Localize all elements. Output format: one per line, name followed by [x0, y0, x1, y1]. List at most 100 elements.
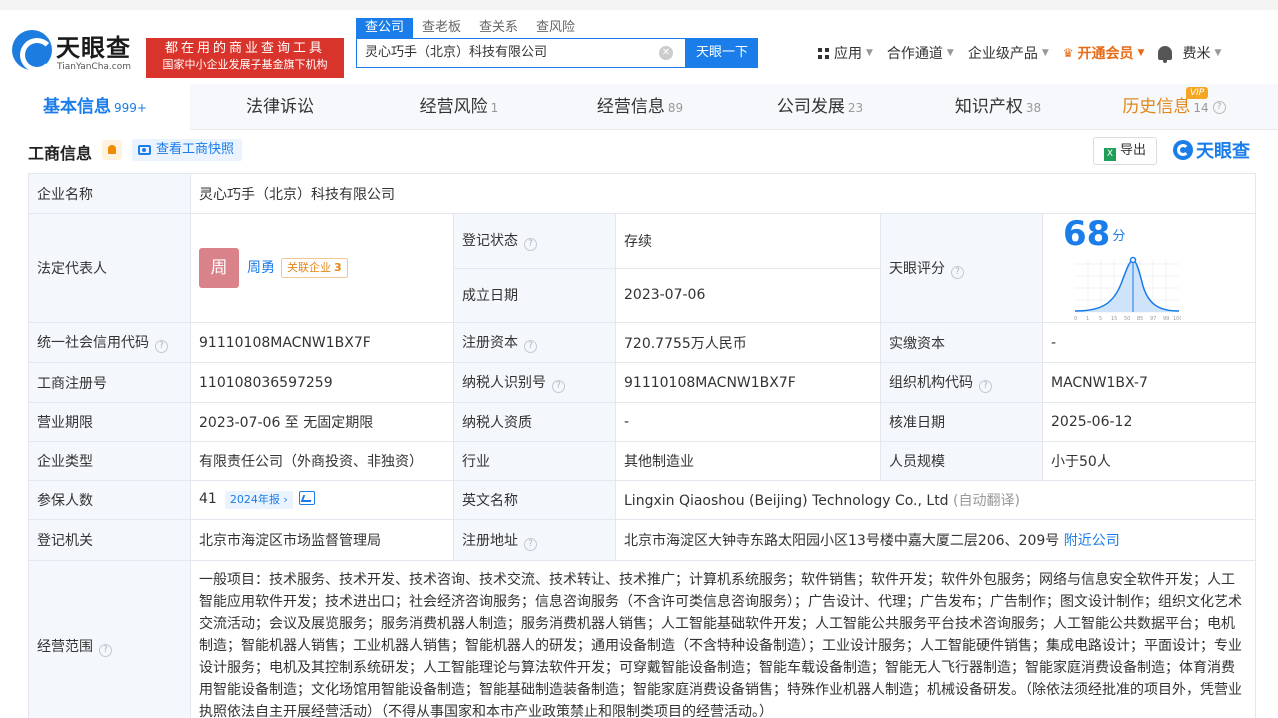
business-info-table: 企业名称 灵心巧手（北京）科技有限公司 法定代表人 周周勇 关联企业 3 登记状态?… [28, 173, 1257, 718]
nav-vip-label: 开通会员 [1077, 46, 1134, 62]
tab-basic-info[interactable]: 基本信息 999+ [0, 84, 190, 130]
tab-count: 1 [490, 101, 499, 115]
nav-user[interactable]: 费米 ▼ [1158, 43, 1221, 63]
subscribe-bell-icon[interactable] [102, 140, 122, 160]
value-score[interactable]: 68 分 0 1 5 15 50 85 97 99 100 [1041, 213, 1257, 323]
nearby-companies-link[interactable]: 附近公司 [1064, 533, 1120, 549]
value-taxpayer-id: 91110108MACNW1BX7F [615, 362, 881, 403]
score-tick: 85 [1137, 316, 1143, 322]
tab-development[interactable]: 公司发展 23 [732, 84, 908, 130]
score-tick: 99 [1163, 316, 1169, 322]
value-reg-status: 存续 [615, 213, 881, 269]
tab-label: 经营信息 [596, 97, 665, 117]
label-org-code: 组织机构代码? [880, 362, 1043, 403]
help-icon[interactable]: ? [951, 265, 964, 279]
vip-badge: VIP [1186, 87, 1209, 99]
annual-report-badge[interactable]: 2024年报 › [224, 491, 293, 509]
label-text: 经营范围 [37, 638, 93, 655]
tab-count: 89 [667, 101, 684, 115]
tab-label: 经营风险 [419, 97, 488, 117]
score-tick: 0 [1074, 316, 1077, 322]
bell-icon[interactable] [1158, 46, 1173, 63]
label-insured: 参保人数 [28, 480, 191, 520]
tab-label: 基本信息 [43, 97, 112, 117]
en-name-text: Lingxin Qiaoshou (Beijing) Technology Co… [624, 493, 949, 509]
score-ticks: 0 1 5 15 50 85 97 99 100 [1074, 316, 1183, 322]
nav-enterprise-label: 企业级产品 [967, 46, 1038, 62]
value-company-name: 灵心巧手（北京）科技有限公司 [189, 173, 1257, 214]
table-row: 企业类型 有限责任公司（外商投资、非独资） 行业 其他制造业 人员规模 小于50… [28, 441, 1257, 481]
label-staff: 人员规模 [880, 441, 1043, 481]
tab-litigation[interactable]: 法律诉讼 [190, 84, 370, 130]
detail-tabbar: 基本信息 999+ 法律诉讼 经营风险 1 经营信息 89 公司发展 23 知识产权 38… [0, 84, 1278, 130]
label-scope: 经营范围? [28, 560, 191, 718]
auto-translate-note: (自动翻译) [953, 493, 1020, 509]
snapshot-label: 查看工商快照 [156, 142, 235, 157]
tab-label: 法律诉讼 [246, 97, 314, 117]
promo-line2: 国家中小企业发展子基金旗下机构 [162, 58, 328, 71]
help-icon[interactable]: ? [524, 537, 537, 551]
score-tick: 5 [1099, 316, 1102, 322]
search-tab-boss[interactable]: 查老板 [413, 18, 470, 38]
help-icon[interactable]: ? [99, 643, 112, 657]
tab-history[interactable]: VIP 历史信息 14? [1088, 84, 1260, 130]
help-icon[interactable]: ? [1212, 100, 1226, 114]
value-tax-qual: - [615, 402, 881, 442]
export-label: 导出 [1119, 143, 1146, 158]
help-icon[interactable]: ? [552, 380, 565, 393]
legal-rep-link[interactable]: 周勇 [247, 260, 275, 276]
score-unit: 分 [1112, 228, 1126, 244]
tab-ip[interactable]: 知识产权 38 [908, 84, 1088, 130]
snapshot-button[interactable]: 查看工商快照 [132, 139, 243, 161]
label-type: 企业类型 [28, 441, 191, 481]
help-icon[interactable]: ? [979, 380, 992, 393]
value-address: 北京市海淀区大钟寺东路太阳园小区13号楼中嘉大厦二层206、209号 附近公司 [614, 519, 1257, 561]
search-tab-company[interactable]: 查公司 [356, 18, 414, 38]
search-input[interactable]: 灵心巧手（北京）科技有限公司 ✕ [356, 38, 686, 68]
tianyancha-logo[interactable]: 天眼查 TianYanCha.com [12, 28, 140, 78]
annual-report-label: 2024年报 [229, 493, 280, 506]
search-tab-relation[interactable]: 查关系 [470, 18, 527, 38]
tab-operations[interactable]: 经营信息 89 [548, 84, 732, 130]
avatar[interactable]: 周 [199, 248, 239, 288]
help-icon[interactable]: ? [155, 340, 168, 353]
value-org-code: MACNW1BX-7 [1041, 362, 1257, 403]
value-approve-date: 2025-06-12 [1041, 402, 1257, 442]
help-icon[interactable]: ? [524, 340, 537, 353]
related-companies-badge[interactable]: 关联企业 3 [281, 258, 348, 278]
value-type: 有限责任公司（外商投资、非独资） [190, 441, 454, 481]
table-row: 营业期限 2023-07-06 至 无固定期限 纳税人资质 - 核准日期 202… [28, 402, 1257, 442]
nav-enterprise[interactable]: 企业级产品 ▼ [968, 43, 1049, 63]
label-text: 注册地址 [462, 532, 518, 549]
promo-banner[interactable]: 都在用的商业查询工具 国家中小企业发展子基金旗下机构 [146, 38, 344, 78]
value-legal-rep: 周周勇 关联企业 3 [190, 213, 454, 323]
score-number: 68 [1063, 214, 1111, 254]
search-tab-risk[interactable]: 查风险 [527, 18, 584, 38]
label-text: 注册资本 [462, 335, 518, 351]
help-icon[interactable]: ? [524, 238, 537, 252]
promo-line1: 都在用的商业查询工具 [164, 41, 325, 56]
nav-channel[interactable]: 合作通道 ▼ [887, 43, 954, 63]
value-insured: 41 2024年报 › [190, 480, 454, 520]
table-row: 登记机关 北京市海淀区市场监督管理局 注册地址? 北京市海淀区大钟寺东路太阳园小… [28, 519, 1257, 561]
search-button[interactable]: 天眼一下 [686, 38, 758, 68]
trend-chart-icon[interactable] [298, 491, 315, 505]
brand-text: 天眼查 [1196, 141, 1250, 162]
score-tick: 100 [1173, 316, 1181, 322]
value-authority: 北京市海淀区市场监督管理局 [190, 519, 454, 561]
table-row: 工商注册号 110108036597259 纳税人识别号? 91110108MA… [28, 362, 1257, 403]
nav-apps[interactable]: 应用 ▼ [818, 43, 873, 63]
score-tick: 15 [1111, 316, 1117, 322]
value-term: 2023-07-06 至 无固定期限 [190, 402, 454, 442]
value-reg-no: 110108036597259 [190, 362, 454, 403]
logo-mark-icon [12, 30, 54, 72]
score-tick: 1 [1086, 316, 1089, 322]
clear-icon[interactable]: ✕ [659, 46, 673, 60]
label-text: 统一社会信用代码 [37, 335, 149, 351]
tab-risk[interactable]: 经营风险 1 [370, 84, 548, 130]
nav-vip[interactable]: ♛ 开通会员 ▼ [1063, 43, 1145, 63]
value-paid-capital: - [1041, 322, 1257, 363]
chevron-down-icon: ▼ [866, 48, 873, 58]
export-button[interactable]: X 导出 [1093, 137, 1157, 165]
related-count: 3 [334, 261, 342, 274]
